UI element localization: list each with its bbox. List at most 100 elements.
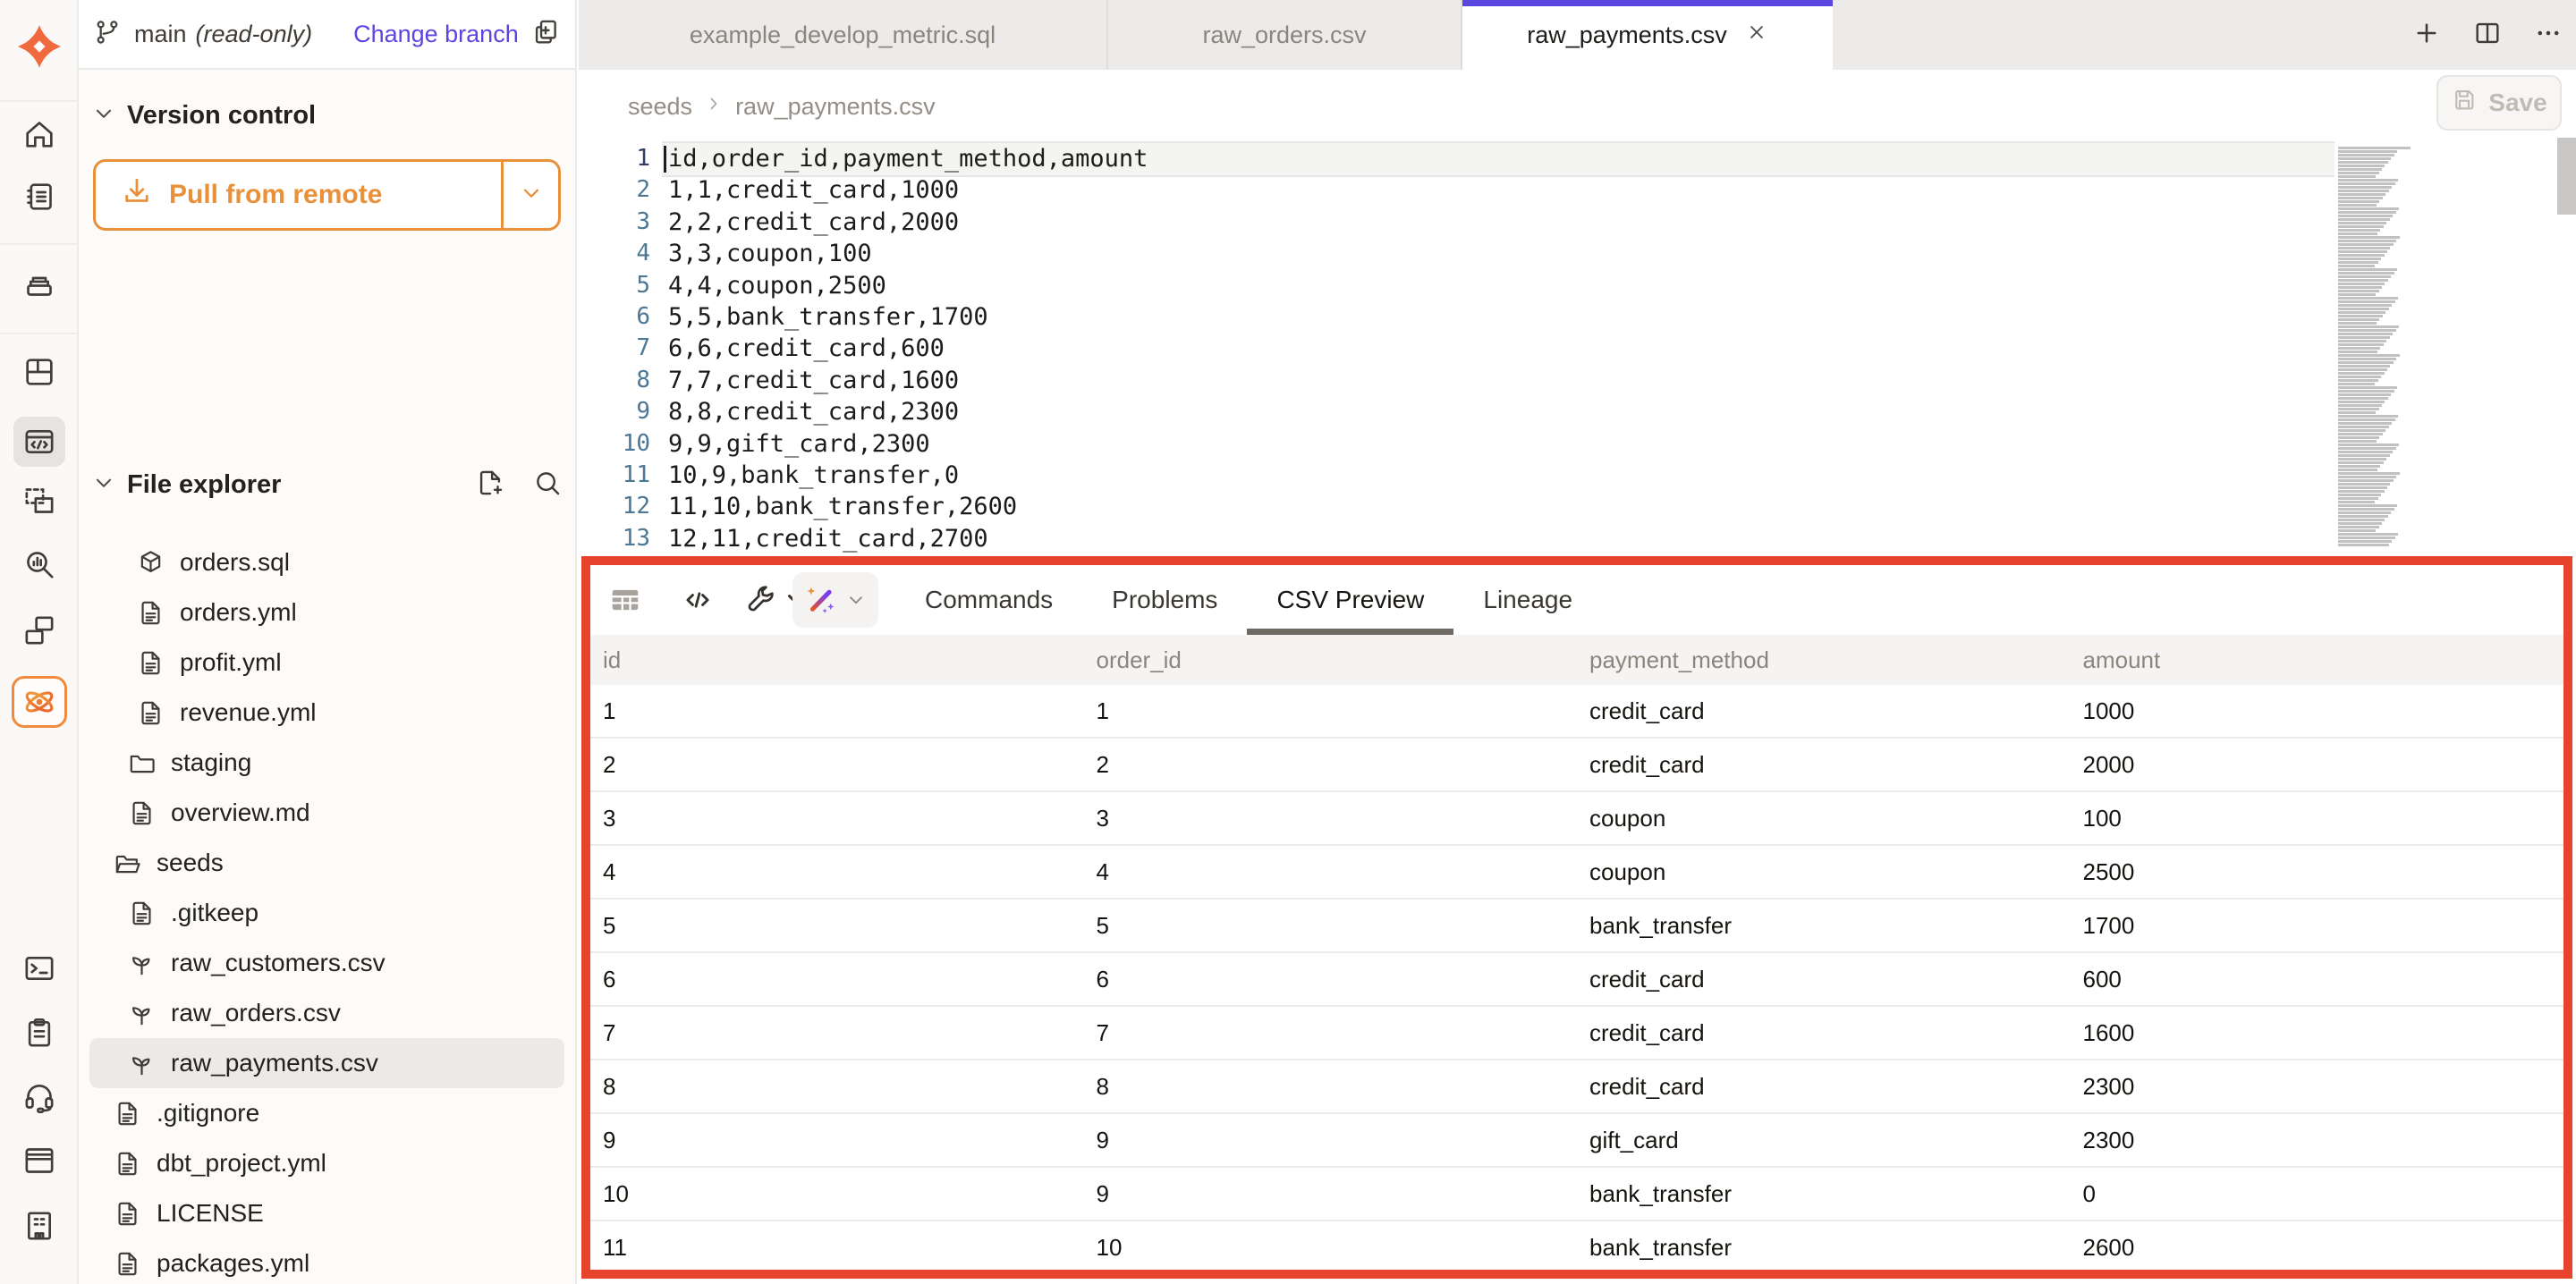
- file-item-orders-yml[interactable]: orders.yml: [89, 587, 564, 638]
- windows-icon[interactable]: [21, 612, 57, 648]
- code-line[interactable]: 7,7,credit_card,1600: [668, 365, 2317, 396]
- code-line[interactable]: 1,1,credit_card,1000: [668, 174, 2317, 206]
- file-item-orders-sql[interactable]: orders.sql: [89, 537, 564, 587]
- editor-tab-bar: example_develop_metric.sql raw_orders.csv…: [579, 0, 2576, 70]
- code-line[interactable]: 3,3,coupon,100: [668, 238, 2317, 269]
- chevron-down-icon: [845, 589, 867, 611]
- code-line[interactable]: 5,5,bank_transfer,1700: [668, 301, 2317, 333]
- file-item-packages-yml[interactable]: packages.yml: [89, 1238, 564, 1284]
- breadcrumb-file: raw_payments.csv: [735, 93, 936, 121]
- code-line[interactable]: 12,11,credit_card,2700: [668, 523, 2317, 554]
- more-options-icon[interactable]: [2533, 18, 2563, 53]
- code-line[interactable]: 11,10,bank_transfer,2600: [668, 491, 2317, 522]
- new-tab-icon[interactable]: [2411, 18, 2442, 53]
- pull-options-dropdown[interactable]: [501, 162, 558, 228]
- file-item-label: seeds: [157, 849, 224, 877]
- csv-row: 109bank_transfer0: [590, 1168, 2563, 1221]
- editor-scrollbar[interactable]: [2557, 138, 2576, 215]
- code-line[interactable]: id,order_id,payment_method,amount: [668, 143, 2317, 174]
- csv-cell: credit_card: [1577, 1073, 2071, 1101]
- file-doc-icon: [113, 1149, 142, 1178]
- clipboard-icon[interactable]: [21, 1015, 57, 1051]
- branch-row: main (read-only) Change branch: [79, 0, 575, 70]
- home-icon[interactable]: [21, 116, 57, 152]
- support-headset-icon[interactable]: [21, 1078, 57, 1114]
- file-item-raw-payments-csv[interactable]: raw_payments.csv: [89, 1038, 564, 1088]
- new-file-icon[interactable]: [475, 468, 505, 503]
- code-editor-icon[interactable]: [13, 417, 65, 467]
- csv-cell: 2300: [2071, 1073, 2564, 1101]
- chevron-down-icon[interactable]: [91, 101, 116, 131]
- chevron-right-icon: [703, 93, 724, 121]
- panel-tab-problems[interactable]: Problems: [1082, 565, 1247, 635]
- code-view-icon[interactable]: [681, 583, 715, 617]
- csv-column-header: payment_method: [1577, 646, 2071, 674]
- tab-raw-orders-csv[interactable]: raw_orders.csv: [1108, 0, 1462, 70]
- ai-assist-button[interactable]: [792, 572, 878, 628]
- close-tab-icon[interactable]: [1745, 21, 1768, 50]
- seed-icon: [127, 1049, 157, 1078]
- csv-cell: 1600: [2071, 1019, 2564, 1047]
- canvas-icon[interactable]: [21, 483, 57, 519]
- file-item-label: orders.sql: [180, 548, 290, 577]
- split-editor-icon[interactable]: [2472, 18, 2503, 53]
- panel-tab-lineage[interactable]: Lineage: [1453, 565, 1602, 635]
- file-item-staging[interactable]: staging: [89, 738, 564, 788]
- csv-body: 11credit_card100022credit_card200033coup…: [590, 685, 2563, 1275]
- code-line[interactable]: 9,9,gift_card,2300: [668, 428, 2317, 460]
- file-item-dbt-project-yml[interactable]: dbt_project.yml: [89, 1138, 564, 1188]
- terminal-icon[interactable]: [21, 950, 57, 986]
- table-view-icon[interactable]: [608, 583, 642, 617]
- code-line[interactable]: 10,9,bank_transfer,0: [668, 460, 2317, 491]
- tab-label: example_develop_metric.sql: [690, 21, 996, 49]
- panel-tab-csv-preview[interactable]: CSV Preview: [1247, 565, 1453, 635]
- csv-cell: 11: [590, 1234, 1084, 1262]
- file-item-raw-orders-csv[interactable]: raw_orders.csv: [89, 988, 564, 1038]
- organization-icon[interactable]: [21, 1208, 57, 1244]
- layers-icon[interactable]: [21, 266, 57, 301]
- chevron-down-icon[interactable]: [91, 470, 116, 500]
- pull-from-remote-button[interactable]: Pull from remote: [93, 159, 561, 231]
- git-branch-icon: [93, 18, 122, 51]
- file-item-label: .gitkeep: [171, 899, 258, 927]
- code-editor[interactable]: 12345678910111213 id,order_id,payment_me…: [579, 143, 2576, 554]
- breadcrumb-folder[interactable]: seeds: [628, 93, 692, 121]
- dashboard-icon[interactable]: [21, 354, 57, 390]
- tab-raw-payments-csv[interactable]: raw_payments.csv: [1462, 0, 1833, 70]
- file-item-profit-yml[interactable]: profit.yml: [89, 638, 564, 688]
- browser-icon[interactable]: [21, 1143, 57, 1178]
- save-button[interactable]: Save: [2436, 75, 2562, 131]
- csv-cell: 1700: [2071, 912, 2564, 940]
- file-item-license[interactable]: LICENSE: [89, 1188, 564, 1238]
- line-number: 10: [579, 428, 650, 460]
- copy-icon[interactable]: [530, 17, 561, 52]
- code-line[interactable]: 2,2,credit_card,2000: [668, 207, 2317, 238]
- file-item-raw-customers-csv[interactable]: raw_customers.csv: [89, 938, 564, 988]
- tab-example-develop-metric-sql[interactable]: example_develop_metric.sql: [579, 0, 1108, 70]
- line-number: 7: [579, 333, 650, 364]
- dbt-logo-icon[interactable]: [16, 23, 63, 70]
- minimap[interactable]: [2338, 147, 2415, 547]
- file-doc-icon: [113, 1199, 142, 1229]
- search-icon[interactable]: [532, 468, 563, 503]
- divider: [0, 333, 77, 334]
- build-tools-icon[interactable]: [744, 583, 778, 617]
- code-line[interactable]: 6,6,credit_card,600: [668, 333, 2317, 364]
- csv-cell: 5: [1084, 912, 1578, 940]
- file-item--gitignore[interactable]: .gitignore: [89, 1088, 564, 1138]
- code-content[interactable]: id,order_id,payment_method,amount1,1,cre…: [668, 143, 2317, 554]
- file-item-overview-md[interactable]: overview.md: [89, 788, 564, 838]
- notebook-icon[interactable]: [21, 179, 57, 215]
- seed-icon: [127, 949, 157, 978]
- query-icon[interactable]: [21, 546, 57, 582]
- seed-icon: [127, 999, 157, 1028]
- file-item-revenue-yml[interactable]: revenue.yml: [89, 688, 564, 738]
- code-line[interactable]: 4,4,coupon,2500: [668, 270, 2317, 301]
- csv-row: 44coupon2500: [590, 846, 2563, 900]
- assistant-atom-icon[interactable]: [12, 676, 67, 728]
- panel-tab-commands[interactable]: Commands: [895, 565, 1082, 635]
- code-line[interactable]: 8,8,credit_card,2300: [668, 396, 2317, 427]
- file-item-seeds[interactable]: seeds: [89, 838, 564, 888]
- file-item--gitkeep[interactable]: .gitkeep: [89, 888, 564, 938]
- change-branch-link[interactable]: Change branch: [353, 21, 519, 48]
